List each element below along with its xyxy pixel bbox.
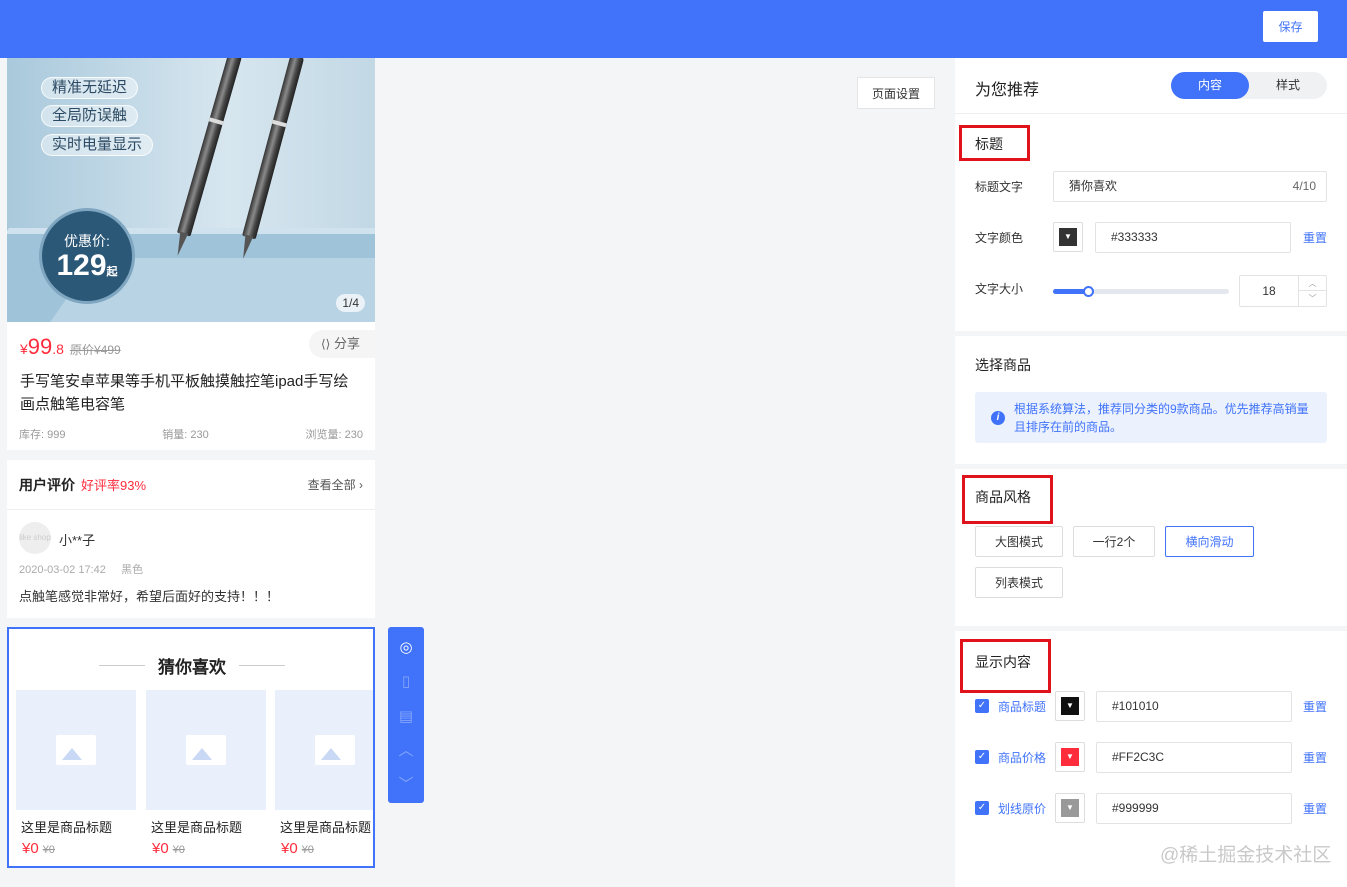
chevron-right-icon: ›	[359, 478, 363, 492]
color-swatch[interactable]: ▼	[1055, 793, 1085, 823]
page-settings-button[interactable]: 页面设置	[857, 77, 935, 109]
phone-preview: 精准无延迟 全局防误触 实时电量显示 优惠价: 129起 1/4 ¥99.8 原价…	[7, 58, 375, 870]
style-option-large[interactable]: 大图模式	[975, 526, 1063, 557]
panel-title: 为您推荐	[975, 82, 1040, 99]
style-option-list[interactable]: 列表模式	[975, 567, 1063, 598]
guess-you-like-module[interactable]: 猜你喜欢 这里是商品标题 ¥0 ¥0 这里是商品标题 ¥0 ¥0 这里是商品标题 ¥…	[7, 627, 375, 868]
product-card[interactable]: 这里是商品标题 ¥0 ¥0	[146, 690, 266, 857]
product-card[interactable]: 这里是商品标题 ¥0 ¥0	[275, 690, 373, 857]
color-hex-input[interactable]: #333333	[1095, 222, 1291, 253]
avatar: like shop	[19, 522, 51, 554]
product-title: 手写笔安卓苹果等手机平板触摸触控笔ipad手写绘画点触笔电容笔	[20, 373, 349, 413]
banner-tag: 精准无延迟	[41, 77, 139, 99]
chevron-down-icon: ▼	[1061, 799, 1079, 817]
field-label: 商品标题	[998, 700, 1047, 714]
module-toolbar: ◎ ▯ ▤ ︿ ﹀	[388, 627, 424, 803]
banner-tag: 全局防误触	[41, 105, 139, 127]
style-option-two-per-row[interactable]: 一行2个	[1073, 526, 1155, 557]
review-header: 用户评价 好评率93% 查看全部 ›	[7, 460, 375, 510]
image-placeholder-icon	[16, 690, 136, 810]
section-heading: 标题	[975, 136, 1003, 152]
panel-tabs: 内容 样式	[1171, 72, 1327, 99]
save-button[interactable]: 保存	[1263, 11, 1318, 42]
chevron-down-icon: ▼	[1061, 697, 1079, 715]
chevron-down-icon: ▼	[1059, 228, 1077, 246]
top-bar: 保存	[0, 0, 1347, 58]
font-size-stepper[interactable]: 18 ︿ ﹀	[1239, 275, 1327, 307]
eye-off-icon[interactable]: ◎	[396, 638, 416, 658]
style-option-horizontal-scroll[interactable]: 横向滑动	[1165, 526, 1254, 557]
watermark: @稀土掘金技术社区	[1160, 845, 1332, 866]
chevron-up-icon[interactable]: ︿	[396, 741, 416, 761]
slider-handle[interactable]	[1083, 286, 1095, 297]
section-heading: 商品风格	[975, 489, 1031, 505]
reviewer-name: 小**子	[59, 533, 96, 548]
chevron-down-icon[interactable]: ﹀	[396, 775, 416, 795]
color-hex-input[interactable]: #FF2C3C	[1096, 742, 1292, 773]
checkbox-price[interactable]: ✓	[975, 750, 989, 764]
review-text: 点触笔感觉非常好，希望后面好的支持！！！	[19, 589, 280, 604]
image-placeholder-icon	[146, 690, 266, 810]
field-label: 商品价格	[998, 751, 1047, 765]
decrement-icon[interactable]: ﹀	[1298, 291, 1326, 306]
goods-settings: 选择商品 i 根据系统算法，推荐同分类的9款商品。优先推荐高销量且排序在前的商品…	[955, 336, 1347, 464]
title-settings: 为您推荐 内容 样式 标题 标题文字 猜你喜欢 4/10 文字颜色 ▼ #3333…	[955, 58, 1347, 331]
copy-icon[interactable]: ▤	[396, 707, 416, 727]
module-title: 猜你喜欢	[99, 653, 285, 678]
trash-icon[interactable]: ▯	[396, 672, 416, 692]
color-hex-input[interactable]: #999999	[1096, 793, 1292, 824]
section-heading: 显示内容	[975, 654, 1031, 670]
reset-button[interactable]: 重置	[1303, 800, 1327, 817]
checkbox-original-price[interactable]: ✓	[975, 801, 989, 815]
product-stats: 库存: 999 销量: 230 浏览量: 230	[19, 429, 363, 441]
title-text-input[interactable]: 猜你喜欢 4/10	[1053, 171, 1327, 202]
char-count: 4/10	[1292, 179, 1316, 193]
tab-style[interactable]: 样式	[1249, 72, 1327, 99]
style-settings: 商品风格 大图模式 一行2个 横向滑动 列表模式	[955, 469, 1347, 626]
review-section: 用户评价 好评率93% 查看全部 › like shop 小**子 2020-0…	[7, 460, 375, 618]
share-button[interactable]: ⟨⟩ 分享	[309, 330, 375, 358]
checkbox-title[interactable]: ✓	[975, 699, 989, 713]
font-size-slider[interactable]	[1053, 286, 1229, 297]
banner-pager: 1/4	[336, 294, 365, 312]
reset-button[interactable]: 重置	[1303, 698, 1327, 715]
color-swatch[interactable]: ▼	[1055, 742, 1085, 772]
product-info: ¥99.8 原价¥499 ⟨⟩ 分享 手写笔安卓苹果等手机平板触摸触控笔ipad手…	[7, 322, 375, 450]
increment-icon[interactable]: ︿	[1298, 276, 1326, 291]
color-hex-input[interactable]: #101010	[1096, 691, 1292, 722]
product-card[interactable]: 这里是商品标题 ¥0 ¥0	[16, 690, 136, 857]
share-icon: ⟨⟩	[321, 337, 331, 351]
chevron-down-icon: ▼	[1061, 748, 1079, 766]
reset-button[interactable]: 重置	[1303, 749, 1327, 766]
section-heading: 选择商品	[975, 357, 1031, 373]
field-label: 文字大小	[975, 282, 1024, 296]
field-label: 划线原价	[998, 802, 1047, 816]
review-meta: 2020-03-02 17:42 黑色	[19, 564, 144, 576]
settings-panel: 为您推荐 内容 样式 标题 标题文字 猜你喜欢 4/10 文字颜色 ▼ #3333…	[955, 58, 1347, 887]
info-notice: i 根据系统算法，推荐同分类的9款商品。优先推荐高销量且排序在前的商品。	[975, 392, 1327, 443]
banner-tag: 实时电量显示	[41, 134, 154, 156]
tab-content[interactable]: 内容	[1171, 72, 1249, 99]
image-placeholder-icon	[275, 690, 373, 810]
info-icon: i	[991, 411, 1005, 425]
product-banner[interactable]: 精准无延迟 全局防误触 实时电量显示 优惠价: 129起 1/4	[7, 58, 375, 322]
field-label: 文字颜色	[975, 231, 1024, 245]
color-swatch[interactable]: ▼	[1053, 222, 1083, 252]
view-all-link[interactable]: 查看全部 ›	[308, 476, 363, 493]
field-label: 标题文字	[975, 180, 1024, 194]
price-badge: 优惠价: 129起	[39, 208, 135, 304]
reset-button[interactable]: 重置	[1303, 229, 1327, 246]
product-price: ¥99.8 原价¥499	[20, 334, 121, 359]
color-swatch[interactable]: ▼	[1055, 691, 1085, 721]
